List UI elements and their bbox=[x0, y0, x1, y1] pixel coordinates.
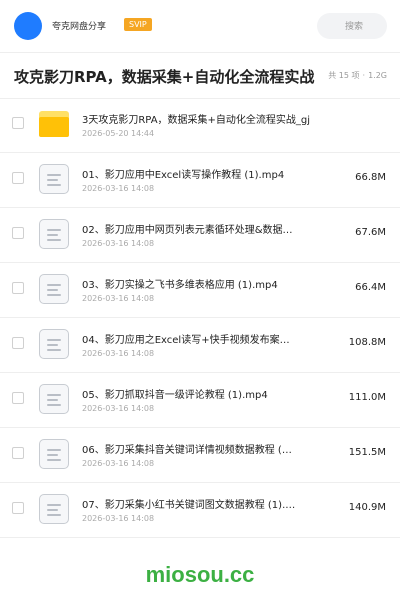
item-date: 2026-03-16 14:08 bbox=[82, 184, 155, 193]
item-name: 06、影刀采集抖音关键词详情视频数据教程 (1).mp4 bbox=[82, 445, 296, 456]
item-checkbox[interactable] bbox=[12, 337, 24, 349]
total-size: 1.2G bbox=[368, 71, 387, 80]
document-icon bbox=[38, 438, 70, 470]
list-item[interactable]: 05、影刀抓取抖音一级评论教程 (1).mp4 2026-03-16 14:08… bbox=[0, 373, 400, 428]
page-title: 攻克影刀RPA，数据采集+自动化全流程实战 bbox=[14, 68, 315, 86]
item-size: 108.8M bbox=[348, 337, 386, 348]
item-name: 02、影刀应用中网页列表元素循环处理&数据抓取教程.mp4 bbox=[82, 225, 296, 236]
item-name: 01、影刀应用中Excel读写操作教程 (1).mp4 bbox=[82, 170, 285, 181]
item-size: 151.5M bbox=[348, 447, 386, 458]
item-date: 2026-03-16 14:08 bbox=[82, 514, 155, 523]
document-icon bbox=[38, 273, 70, 305]
item-name: 04、影刀应用之Excel读写+快手视频发布案例教程.mp4 bbox=[82, 335, 296, 346]
item-date: 2026-03-16 14:08 bbox=[82, 349, 155, 358]
svip-badge: SVIP bbox=[124, 18, 152, 31]
file-list: 3天攻克影刀RPA，数据采集+自动化全流程实战_gj 2026-05-20 14… bbox=[0, 98, 400, 538]
list-item[interactable]: 03、影刀实操之飞书多维表格应用 (1).mp4 2026-03-16 14:0… bbox=[0, 263, 400, 318]
list-item[interactable]: 01、影刀应用中Excel读写操作教程 (1).mp4 2026-03-16 1… bbox=[0, 153, 400, 208]
item-date: 2026-03-16 14:08 bbox=[82, 459, 155, 468]
item-name: 07、影刀采集小红书关键词图文数据教程 (1).mp4 bbox=[82, 500, 296, 511]
item-name: 05、影刀抓取抖音一级评论教程 (1).mp4 bbox=[82, 390, 268, 401]
watermark: miosou.cc bbox=[145, 562, 255, 587]
document-icon bbox=[38, 218, 70, 250]
item-count: 共 15 项 bbox=[328, 71, 360, 80]
share-header: 攻克影刀RPA，数据采集+自动化全流程实战 共 15 项 · 1.2G bbox=[0, 52, 400, 99]
folder-icon bbox=[38, 108, 70, 140]
item-size: 140.9M bbox=[348, 502, 386, 513]
item-size: 111.0M bbox=[348, 392, 386, 403]
item-name: 3天攻克影刀RPA，数据采集+自动化全流程实战_gj bbox=[82, 115, 311, 126]
document-icon bbox=[38, 383, 70, 415]
item-size: 66.4M bbox=[355, 282, 386, 293]
item-checkbox[interactable] bbox=[12, 227, 24, 239]
list-item[interactable]: 02、影刀应用中网页列表元素循环处理&数据抓取教程.mp4 2026-03-16… bbox=[0, 208, 400, 263]
item-size: 66.8M bbox=[355, 172, 386, 183]
item-date: 2026-03-16 14:08 bbox=[82, 239, 155, 248]
brand-name: 夸克网盘分享 bbox=[52, 22, 107, 32]
meta-separator: · bbox=[362, 71, 366, 80]
list-item[interactable]: 07、影刀采集小红书关键词图文数据教程 (1).mp4 2026-03-16 1… bbox=[0, 483, 400, 538]
share-meta: 共 15 项 · 1.2G bbox=[328, 70, 387, 81]
list-item-folder[interactable]: 3天攻克影刀RPA，数据采集+自动化全流程实战_gj 2026-05-20 14… bbox=[0, 98, 400, 153]
search-input[interactable] bbox=[317, 13, 391, 41]
item-date: 2026-05-20 14:44 bbox=[82, 129, 155, 138]
item-checkbox[interactable] bbox=[12, 392, 24, 404]
item-checkbox[interactable] bbox=[12, 282, 24, 294]
item-checkbox[interactable] bbox=[12, 447, 24, 459]
item-size: 67.6M bbox=[355, 227, 386, 238]
item-name: 03、影刀实操之飞书多维表格应用 (1).mp4 bbox=[82, 280, 278, 291]
item-checkbox[interactable] bbox=[12, 172, 24, 184]
avatar[interactable] bbox=[14, 12, 42, 40]
top-bar: 夸克网盘分享 SVIP bbox=[0, 0, 400, 53]
document-icon bbox=[38, 328, 70, 360]
document-icon bbox=[38, 493, 70, 525]
search-box[interactable] bbox=[317, 13, 391, 41]
list-item[interactable]: 04、影刀应用之Excel读写+快手视频发布案例教程.mp4 2026-03-1… bbox=[0, 318, 400, 373]
item-checkbox[interactable] bbox=[12, 502, 24, 514]
item-date: 2026-03-16 14:08 bbox=[82, 294, 155, 303]
item-checkbox[interactable] bbox=[12, 117, 24, 129]
document-icon bbox=[38, 163, 70, 195]
list-item[interactable]: 06、影刀采集抖音关键词详情视频数据教程 (1).mp4 2026-03-16 … bbox=[0, 428, 400, 483]
item-date: 2026-03-16 14:08 bbox=[82, 404, 155, 413]
